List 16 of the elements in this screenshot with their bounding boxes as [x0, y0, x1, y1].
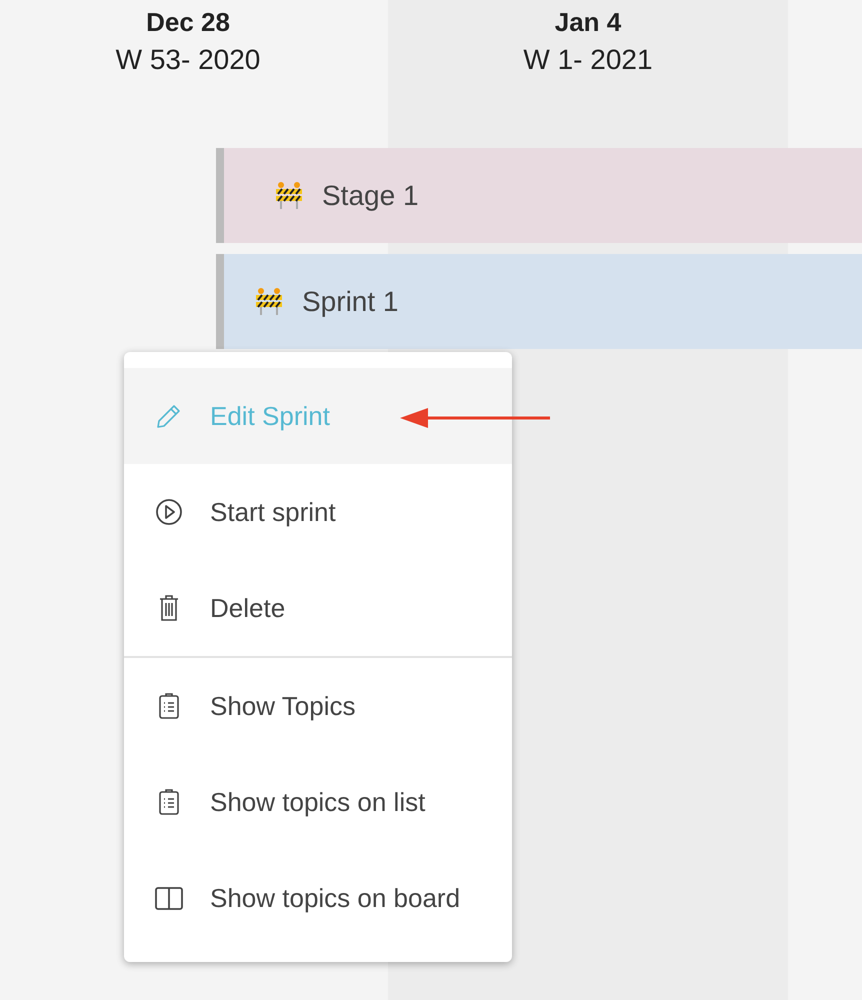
menu-item[interactable]: Delete [124, 560, 512, 656]
week-number: W 53- 2020 [116, 43, 260, 77]
stage-bar[interactable]: Stage 1 [216, 148, 862, 243]
play-circle-icon [154, 497, 184, 527]
week-number: W 1- 2021 [523, 43, 653, 77]
barrier-icon [274, 180, 304, 210]
bar-label: Stage 1 [322, 178, 419, 213]
bar-label: Sprint 1 [302, 284, 398, 319]
menu-item[interactable]: Show topics on list [124, 754, 512, 850]
menu-item[interactable]: Show topics on board [124, 850, 512, 946]
sprint-bar[interactable]: Sprint 1 [216, 254, 862, 349]
week-date: Jan 4 [554, 6, 622, 38]
barrier-icon [254, 286, 284, 316]
menu-item[interactable]: Start sprint [124, 464, 512, 560]
menu-item[interactable]: Show Topics [124, 658, 512, 754]
week-date: Dec 28 [146, 6, 230, 38]
